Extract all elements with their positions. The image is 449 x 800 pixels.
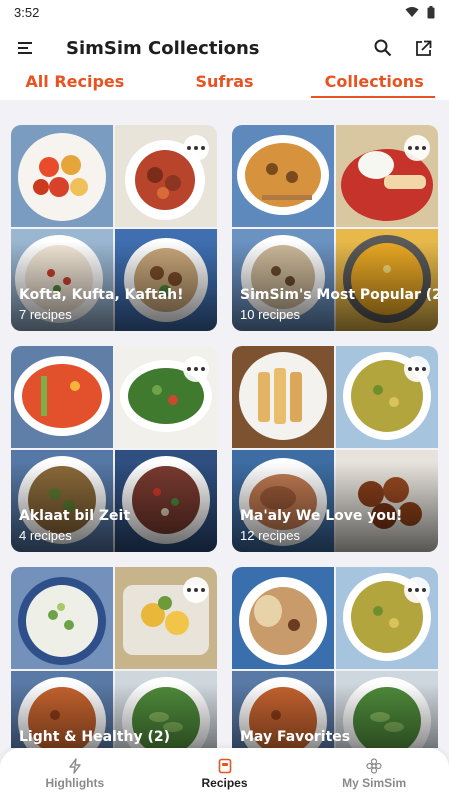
recipe-count: 4 recipes [19,528,72,543]
tab-all-recipes[interactable]: All Recipes [0,72,150,100]
search-icon [374,39,392,57]
collection-title: May Favorites [240,729,351,745]
tab-collections[interactable]: Collections [299,72,449,100]
collection-card[interactable]: Light & Healthy (2) [11,567,217,748]
tab-bar: All Recipes Sufras Collections [0,72,449,100]
menu-icon [18,42,32,54]
lightning-icon [69,758,81,774]
status-icons [405,5,435,19]
collection-card[interactable]: May Favorites [232,567,438,748]
recipe-photo [232,125,334,227]
collection-title: Light & Healthy (2) [19,729,171,745]
collection-title: Ma'aly We Love you! [240,508,403,524]
recipe-count: 7 recipes [19,307,72,322]
nav-highlights[interactable]: Highlights [0,748,150,800]
nav-recipes[interactable]: Recipes [150,748,300,800]
collection-card[interactable]: Kofta, Kufta, Kaftah! 7 recipes [11,125,217,331]
flower-icon [366,758,382,774]
collection-card[interactable]: Ma'aly We Love you! 12 recipes [232,346,438,552]
tab-sufras[interactable]: Sufras [150,72,300,100]
wifi-icon [405,7,419,17]
collections-grid: Kofta, Kufta, Kaftah! 7 recipes SimSim's… [0,100,449,748]
collection-title: Aklaat bil Zeit [19,508,131,524]
nav-label: Highlights [45,776,105,790]
menu-button[interactable] [0,24,52,72]
collection-title: Kofta, Kufta, Kaftah! [19,287,184,303]
collection-title: SimSim's Most Popular (2) [240,287,438,303]
more-options-button[interactable] [404,577,430,603]
app-bar: SimSim Collections [0,24,449,72]
recipe-count: 10 recipes [240,307,300,322]
recipe-photo [232,567,334,669]
nav-my-simsim[interactable]: My SimSim [299,748,449,800]
more-options-button[interactable] [183,356,209,382]
recipe-photo [11,567,113,669]
collection-card[interactable]: Aklaat bil Zeit 4 recipes [11,346,217,552]
recipe-photo [11,346,113,448]
bottom-nav: Highlights Recipes My SimSim [0,748,449,800]
recipe-count: 12 recipes [240,528,300,543]
status-time: 3:52 [14,4,40,20]
more-options-button[interactable] [183,135,209,161]
battery-icon [427,5,435,18]
more-options-button[interactable] [404,356,430,382]
status-bar: 3:52 [0,0,449,24]
nav-label: My SimSim [342,776,407,790]
recipe-photo [232,346,334,448]
more-options-button[interactable] [404,135,430,161]
page-title: SimSim Collections [66,37,260,59]
share-button[interactable] [403,24,443,72]
recipe-book-icon [218,758,231,774]
nav-label: Recipes [201,776,248,790]
search-button[interactable] [363,24,403,72]
open-external-icon [415,40,431,56]
collection-card[interactable]: SimSim's Most Popular (2) 10 recipes [232,125,438,331]
recipe-photo [11,125,113,227]
more-options-button[interactable] [183,577,209,603]
